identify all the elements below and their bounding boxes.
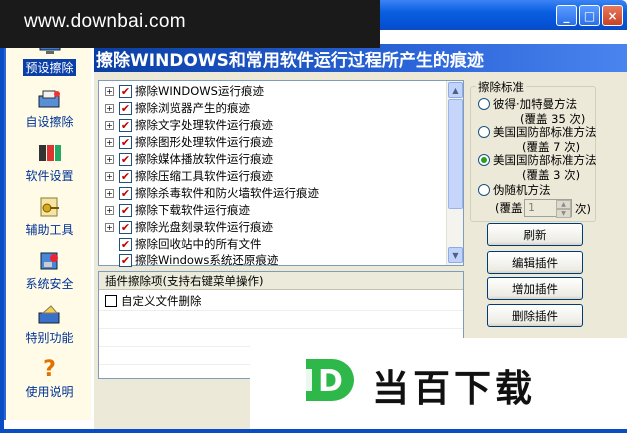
radio-option-gutmann[interactable]: 彼得·加特曼方法 [478,96,577,111]
checkbox-checked[interactable]: ✔ [119,186,132,200]
edit-plugin-button[interactable]: 编辑插件 [487,251,583,274]
checkbox-checked[interactable]: ✔ [119,237,132,251]
close-button[interactable]: × [602,5,623,26]
radio-option-dod-7[interactable]: 美国国防部标准方法 [478,124,597,139]
tree-item[interactable]: ✔ 擦除Windows系统还原痕迹 [105,252,278,268]
spin-prefix: (覆盖 [495,201,523,215]
spin-up-icon[interactable]: ▲ [556,200,571,209]
banner: 擦除WINDOWS和常用软件运行过程所产生的痕迹 [94,44,627,72]
tree-item[interactable]: + ✔ 擦除杀毒软件和防火墙软件运行痕迹 [105,185,319,201]
plugin-list-header[interactable]: 插件擦除项(支持右键菜单操作) [99,272,463,290]
svg-text:D: D [318,364,343,399]
sidebar: 预设擦除 自设擦除 软件设置 辅助工具 系统安全 特别功能 ? 使用说明 [4,30,91,420]
security-icon [36,249,64,273]
plugin-item[interactable]: 自定义文件删除 [105,293,202,309]
expand-icon[interactable]: + [105,222,114,232]
expand-icon[interactable]: + [105,171,114,181]
tree-item[interactable]: ✔ 擦除回收站中的所有文件 [105,236,262,252]
special-icon [36,303,64,327]
tree-item[interactable]: + ✔ 擦除文字处理软件运行痕迹 [105,117,273,133]
add-plugin-button[interactable]: 增加插件 [487,277,583,300]
settings-icon [36,141,64,165]
help-icon: ? [43,356,56,382]
window-bottom-border [0,429,627,433]
sidebar-item-settings[interactable]: 软件设置 [6,138,93,184]
sidebar-item-label: 预设擦除 [23,59,76,76]
checkbox-checked[interactable]: ✔ [119,118,132,132]
checkbox-checked[interactable]: ✔ [119,203,132,217]
expand-icon[interactable]: + [105,188,114,198]
sidebar-item-label: 特别功能 [25,331,74,345]
expand-icon[interactable]: + [105,137,114,147]
checkbox-checked[interactable]: ✔ [119,101,132,115]
tree-item[interactable]: + ✔ 擦除浏览器产生的痕迹 [105,100,250,116]
minimize-button[interactable]: _ [556,5,577,26]
checkbox-checked[interactable]: ✔ [119,84,132,98]
checkbox-checked[interactable]: ✔ [119,135,132,149]
radio-option-random[interactable]: 伪随机方法 [478,182,551,197]
tree-item[interactable]: + ✔ 擦除压缩工具软件运行痕迹 [105,168,273,184]
expand-icon[interactable]: + [105,205,114,215]
expand-icon[interactable]: + [105,86,114,96]
sidebar-item-special[interactable]: 特别功能 [6,300,93,346]
radio-button[interactable] [478,183,490,196]
spin-suffix: 次) [575,202,591,216]
tools-icon [36,195,64,219]
expand-icon[interactable]: + [105,120,114,130]
sidebar-item-label: 使用说明 [25,385,74,399]
checkbox-checked[interactable]: ✔ [119,253,132,267]
spin-down-icon[interactable]: ▼ [556,209,571,218]
tree-item[interactable]: + ✔ 擦除光盘刻录软件运行痕迹 [105,219,273,235]
sidebar-item-security[interactable]: 系统安全 [6,246,93,292]
tree-item[interactable]: + ✔ 擦除媒体播放软件运行痕迹 [105,151,273,167]
sidebar-item-label: 辅助工具 [25,223,74,237]
expand-icon[interactable]: + [105,103,114,113]
tree-scrollbar[interactable]: ▲ ▼ [446,81,463,265]
banner-title: 擦除WINDOWS和常用软件运行过程所产生的痕迹 [96,51,484,71]
watermark-text: www.downbai.com [24,11,186,32]
checkbox-checked[interactable]: ✔ [119,169,132,183]
radio-button[interactable] [478,125,490,138]
downbai-logo-icon: D [298,355,360,405]
tree-item[interactable]: + ✔ 擦除图形处理软件运行痕迹 [105,134,273,150]
tree-item[interactable]: + ✔ 擦除WINDOWS运行痕迹 [105,83,264,99]
sidebar-item-label: 软件设置 [25,169,74,183]
custom-erase-icon [36,87,64,111]
sidebar-item-label: 自设擦除 [25,115,74,129]
radio-button-selected[interactable] [478,153,490,166]
checkbox-unchecked[interactable] [105,295,117,307]
watermark-band: www.downbai.com [0,0,380,48]
expand-icon[interactable]: + [105,154,114,164]
sidebar-item-tools[interactable]: 辅助工具 [6,192,93,238]
sidebar-item-custom-erase[interactable]: 自设擦除 [6,84,93,130]
sidebar-item-help[interactable]: ? 使用说明 [6,354,93,400]
checkbox-checked[interactable]: ✔ [119,152,132,166]
tree-item[interactable]: + ✔ 擦除下载软件运行痕迹 [105,202,250,218]
scroll-up-icon[interactable]: ▲ [448,82,463,98]
maximize-button[interactable]: □ [579,5,600,26]
checkbox-checked[interactable]: ✔ [119,220,132,234]
radio-option-dod-3[interactable]: 美国国防部标准方法 [478,152,597,167]
scroll-thumb[interactable] [448,99,463,209]
erase-standard-title: 擦除标准 [476,79,526,95]
radio-button[interactable] [478,97,490,110]
ad-text: 当百下载 [372,367,536,410]
erase-tree[interactable]: + ✔ 擦除WINDOWS运行痕迹 + ✔ 擦除浏览器产生的痕迹 + ✔ 擦除文字处理软件运… [98,80,464,268]
scroll-down-icon[interactable]: ▼ [448,247,463,263]
delete-plugin-button[interactable]: 删除插件 [487,304,583,327]
spinner-arrows[interactable]: ▲ ▼ [556,200,571,218]
sidebar-item-label: 系统安全 [25,277,74,291]
refresh-button[interactable]: 刷新 [487,223,583,246]
